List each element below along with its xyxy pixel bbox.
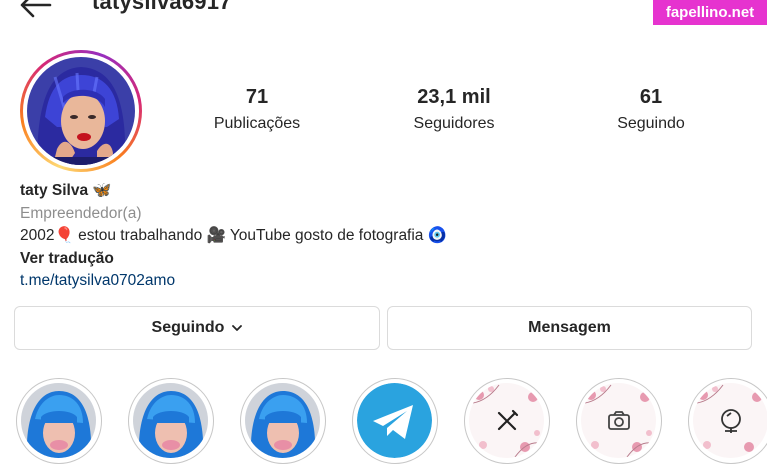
avatar[interactable]: [20, 50, 142, 172]
floral-highlight: [581, 383, 656, 458]
photo-thumbnail: [21, 383, 96, 458]
following-button[interactable]: Seguindo: [14, 306, 380, 350]
profile-bio: taty Silva 🦋 Empreendedor(a) 2002🎈 estou…: [20, 180, 740, 293]
posts-stat[interactable]: 71 Publicações: [177, 86, 337, 133]
following-count: 61: [639, 86, 663, 108]
followers-stat[interactable]: 23,1 mil Seguidores: [374, 86, 534, 133]
floral-highlight: [469, 383, 544, 458]
floral-highlight: [693, 383, 767, 458]
top-bar: tatysilva6917: [0, 0, 767, 28]
back-button[interactable]: [18, 0, 54, 22]
profile-username: tatysilva6917: [92, 0, 232, 14]
following-stat[interactable]: 61 Seguindo: [571, 86, 731, 133]
watermark: fapellino.net: [653, 0, 767, 25]
story-highlight[interactable]: [240, 378, 326, 464]
photo-thumbnail: [133, 383, 208, 458]
following-button-label: Seguindo: [151, 319, 225, 336]
profile-link[interactable]: t.me/tatysilva0702amo: [20, 270, 740, 293]
avatar-photo: [27, 57, 135, 165]
posts-label: Publicações: [213, 115, 301, 132]
see-translation-link[interactable]: Ver tradução: [20, 248, 740, 271]
followers-label: Seguidores: [413, 115, 495, 132]
arrow-left-icon: [20, 0, 52, 18]
story-highlight[interactable]: [128, 378, 214, 464]
profile-category: Empreendedor(a): [20, 204, 142, 222]
following-label: Seguindo: [617, 115, 685, 132]
bio-text: 2002🎈 estou trabalhando 🎥 YouTube gosto …: [20, 227, 448, 244]
chevron-down-icon: [232, 325, 243, 331]
story-highlight[interactable]: [464, 378, 550, 464]
telegram-icon: [357, 383, 432, 458]
message-button-label: Mensagem: [528, 319, 611, 336]
story-highlight[interactable]: [576, 378, 662, 464]
profile-name: taty Silva 🦋: [20, 182, 112, 199]
followers-count: 23,1 mil: [417, 86, 491, 108]
story-highlight[interactable]: [16, 378, 102, 464]
story-highlight[interactable]: [688, 378, 767, 464]
posts-count: 71: [245, 86, 269, 108]
message-button[interactable]: Mensagem: [387, 306, 752, 350]
photo-thumbnail: [245, 383, 320, 458]
story-highlight[interactable]: [352, 378, 438, 464]
telegram-highlight: [357, 383, 432, 458]
